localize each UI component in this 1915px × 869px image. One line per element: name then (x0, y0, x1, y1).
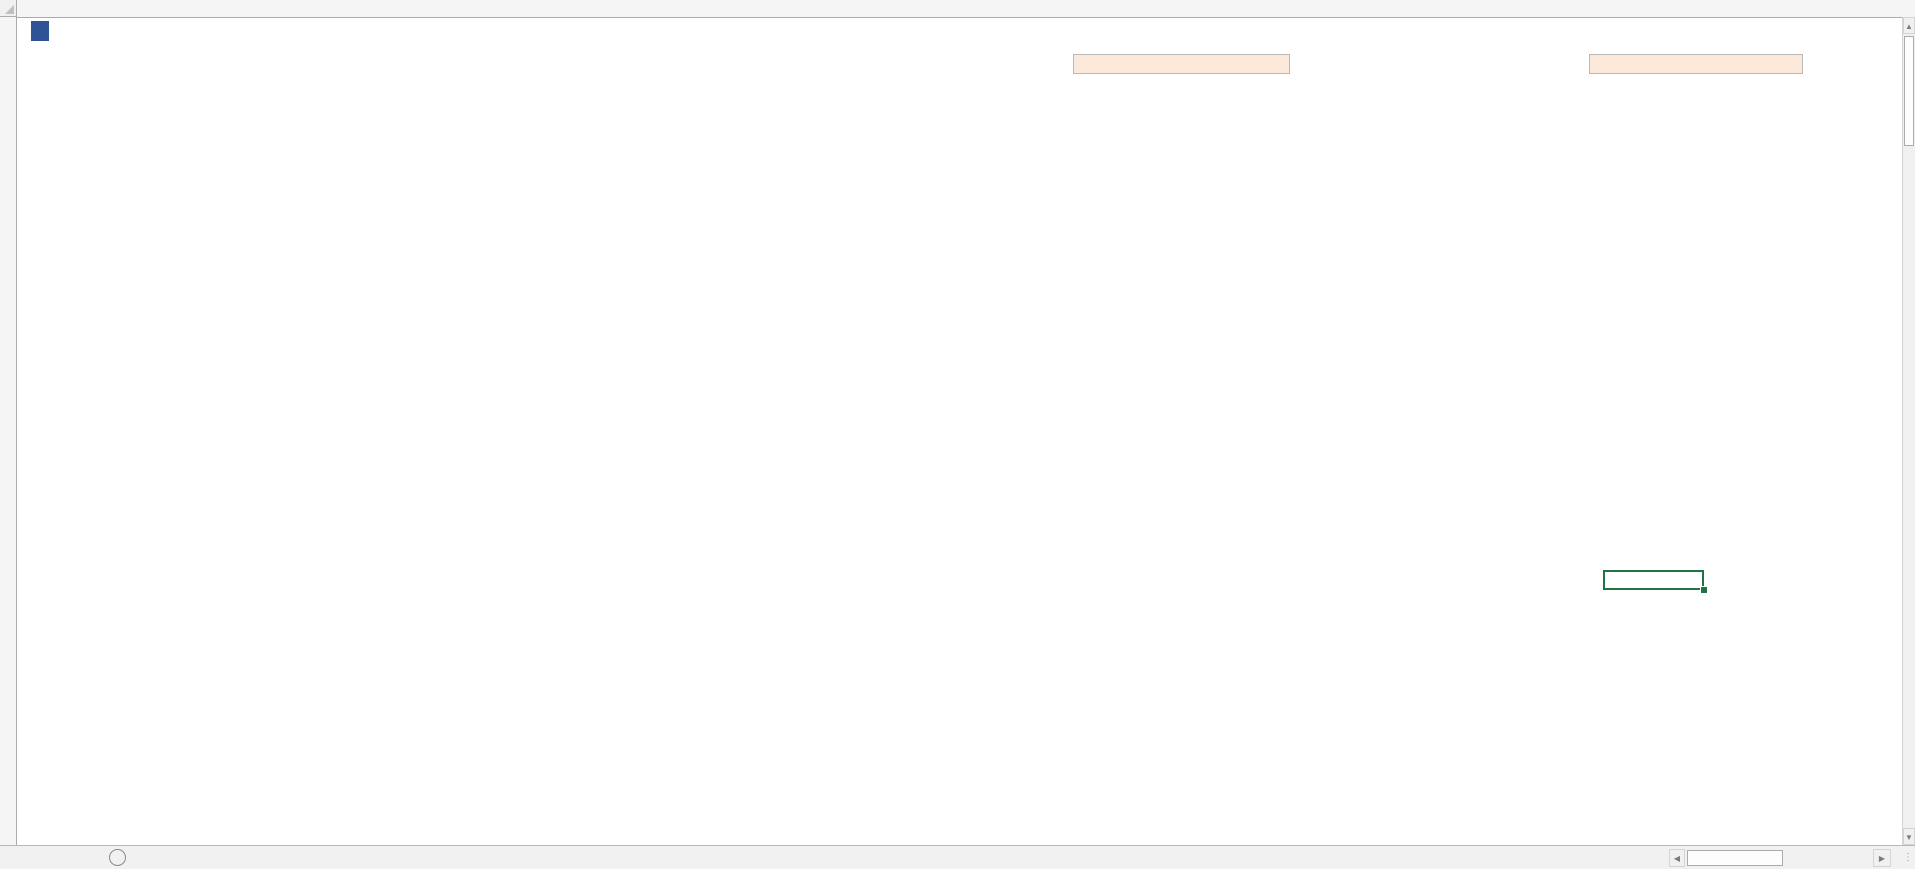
scroll-up-button[interactable]: ▲ (1903, 17, 1915, 34)
horizontal-scrollbar[interactable]: ◀ ▶ ⋮ (1667, 845, 1915, 869)
low-assumption-input[interactable] (1073, 54, 1290, 74)
column-header-strip (0, 0, 1915, 18)
fill-handle[interactable] (1700, 586, 1708, 594)
selected-cell-indicator (1603, 570, 1704, 590)
sheet-nav-next-icon[interactable] (26, 846, 52, 869)
resize-grip-icon[interactable]: ⋮ (1903, 852, 1913, 863)
scroll-right-button[interactable]: ▶ (1873, 849, 1891, 867)
vertical-scrollbar[interactable]: ▲ ▼ (1902, 17, 1915, 845)
moderate-assumption-input[interactable] (1589, 54, 1803, 74)
select-all-corner[interactable] (0, 0, 17, 17)
sheet-tab-bar (0, 845, 1915, 869)
sheet-overflow-left[interactable] (52, 846, 78, 869)
scroll-left-button[interactable]: ◀ (1669, 849, 1685, 867)
excel-window: ▲ ▼ ◀ ▶ ⋮ (0, 0, 1915, 869)
sheet-nav-prev-icon[interactable] (0, 846, 26, 869)
vertical-scroll-thumb[interactable] (1904, 36, 1914, 146)
row-header-strip (0, 17, 17, 845)
scroll-down-button[interactable]: ▼ (1903, 828, 1915, 845)
title-accent-square (31, 21, 49, 41)
horizontal-scroll-thumb[interactable] (1687, 850, 1783, 866)
sheet-overflow-right[interactable] (78, 846, 104, 869)
add-sheet-button[interactable] (104, 846, 130, 869)
